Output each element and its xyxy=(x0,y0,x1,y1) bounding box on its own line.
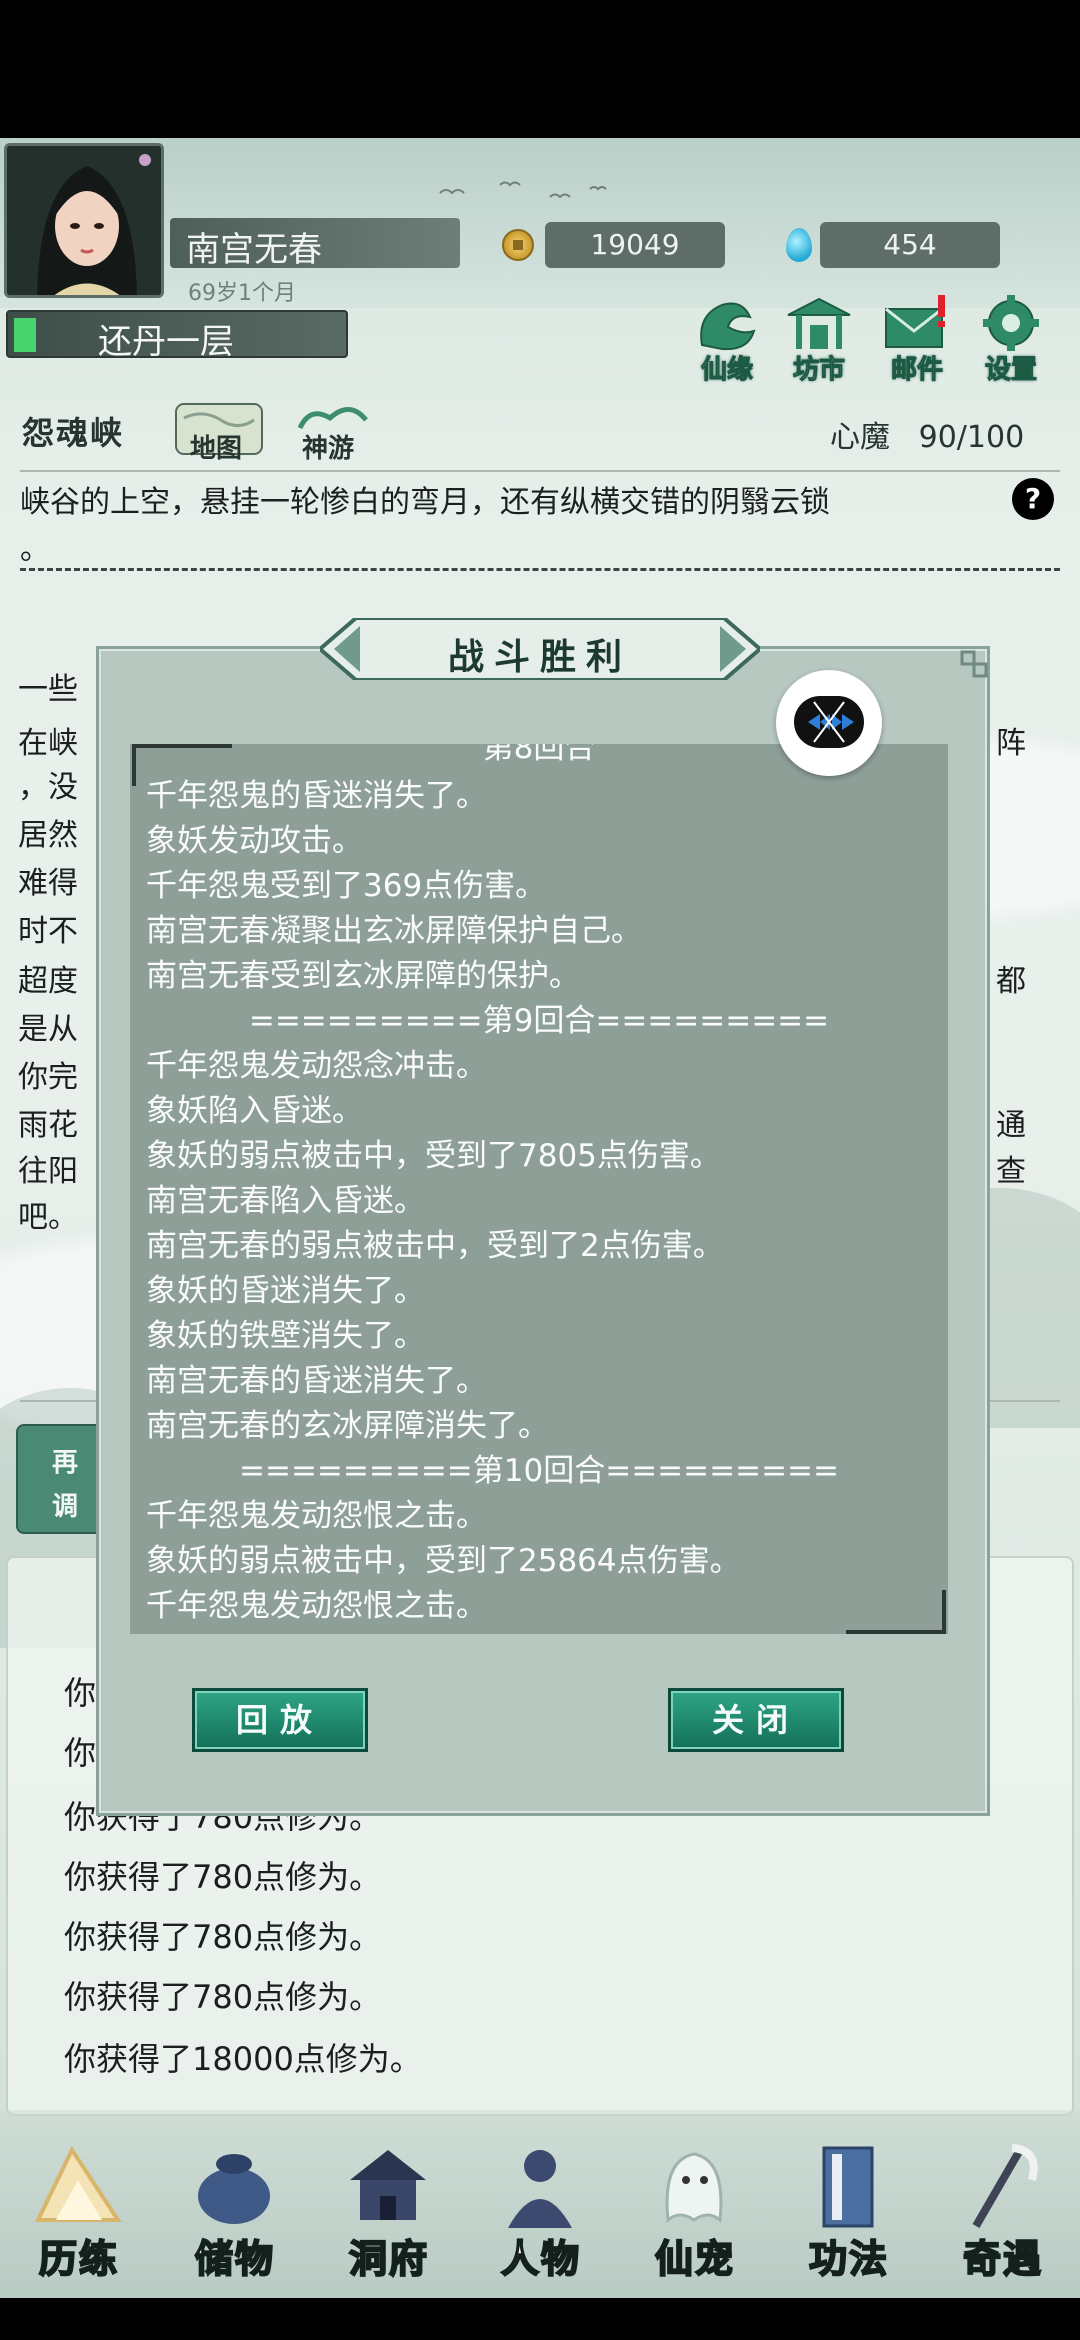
player-name: 南宫无春 xyxy=(186,230,322,270)
divider xyxy=(20,470,1060,472)
gesture-bar-area xyxy=(0,2298,1080,2340)
location-name: 怨魂峡 xyxy=(22,414,125,452)
story-fragment: 阵 xyxy=(996,726,1026,761)
dialog-title: 战斗胜利 xyxy=(447,636,632,678)
training-icon xyxy=(34,2145,122,2222)
story-fragment: 雨花 xyxy=(18,1108,78,1143)
round-separator: =========第9回合========= xyxy=(248,1003,830,1039)
player-avatar[interactable] xyxy=(4,143,164,298)
realm-progress-bar xyxy=(14,318,36,352)
story-text-line: 。 xyxy=(20,532,50,567)
log-line: 你获得了780点修为。 xyxy=(64,1858,382,1896)
nav-character[interactable]: 人物 xyxy=(464,2140,614,2290)
story-fragment: 是从 xyxy=(18,1012,78,1047)
battle-log-line: 象妖的弱点被击中，受到了25864点伤害。 xyxy=(146,1543,741,1579)
character-icon xyxy=(508,2150,572,2228)
log-line: 你获得了780点修为。 xyxy=(64,1918,382,1956)
spirit-stone-icon xyxy=(786,228,812,262)
battle-log[interactable]: 第8回合 千年怨鬼的昏迷消失了。 象妖发动攻击。 千年怨鬼受到了369点伤害。 … xyxy=(130,744,948,1634)
battle-log-line: 象妖的铁壁消失了。 xyxy=(146,1318,425,1354)
fast-forward-icon xyxy=(808,701,854,743)
nav-adventure[interactable]: 奇遇 xyxy=(926,2140,1076,2290)
market-button[interactable]: 坊市 xyxy=(774,295,864,386)
story-fragment: 超度 xyxy=(18,964,78,999)
story-fragment: 难得 xyxy=(18,866,78,901)
log-line: 你获得了18000点修为。 xyxy=(64,2040,422,2078)
story-fragment: 一些 xyxy=(18,672,78,707)
battle-log-line: 千年怨鬼发动怨恨之击。 xyxy=(146,1588,487,1624)
coin-count: 19049 xyxy=(545,222,725,268)
nav-pet[interactable]: 仙宠 xyxy=(618,2140,768,2290)
retry-button[interactable]: 再 调 xyxy=(16,1424,106,1534)
pet-icon xyxy=(665,2152,723,2223)
close-button[interactable]: 关闭 xyxy=(668,1688,844,1752)
settings-icon xyxy=(983,295,1039,351)
story-fragment: 查 xyxy=(996,1154,1026,1189)
realm-label: 还丹一层 xyxy=(98,322,234,362)
settings-button[interactable]: 设置 xyxy=(966,295,1056,386)
story-fragment: 在峡 xyxy=(18,726,78,761)
battle-log-line: 象妖的弱点被击中，受到了7805点伤害。 xyxy=(146,1138,721,1174)
travel-label: 神游 xyxy=(302,434,355,464)
battle-log-line: 南宫无春的玄冰屏障消失了。 xyxy=(146,1408,549,1444)
battle-log-line: 象妖发动攻击。 xyxy=(146,823,363,859)
market-icon xyxy=(787,297,851,349)
battle-log-line: 千年怨鬼受到了369点伤害。 xyxy=(146,868,547,904)
log-frame-corner xyxy=(846,1590,946,1634)
nav-technique[interactable]: 功法 xyxy=(772,2140,922,2290)
battle-log-line: 千年怨鬼发动怨恨之击。 xyxy=(146,1498,487,1534)
battle-log-line: 象妖的昏迷消失了。 xyxy=(146,1273,425,1309)
story-fragment: 吧。 xyxy=(18,1200,78,1235)
player-age: 69岁1个月 xyxy=(188,281,296,306)
nav-storage[interactable]: 储物 xyxy=(158,2140,308,2290)
story-fragment: 通 xyxy=(996,1108,1026,1143)
adventure-icon xyxy=(972,2144,1038,2229)
battle-log-line: 象妖陷入昏迷。 xyxy=(146,1093,363,1129)
storage-icon xyxy=(198,2154,270,2224)
map-button[interactable]: 地图 xyxy=(170,398,270,464)
mail-icon xyxy=(885,295,945,348)
battle-log-line: 南宫无春的弱点被击中，受到了2点伤害。 xyxy=(146,1228,724,1264)
heart-demon-status: 心魔 90/100 xyxy=(830,420,1025,455)
help-icon[interactable]: ? xyxy=(1012,478,1054,520)
log-line: 你 xyxy=(64,1674,97,1712)
story-fragment: 你完 xyxy=(18,1060,78,1095)
heart-demon-value: 90/100 xyxy=(918,420,1025,455)
battle-log-line: 千年怨鬼的昏迷消失了。 xyxy=(146,778,487,814)
map-label: 地图 xyxy=(190,434,243,464)
nav-cave-house[interactable]: 洞府 xyxy=(312,2140,462,2290)
birds-decoration xyxy=(439,181,607,199)
dashed-divider xyxy=(20,568,1060,571)
battle-log-line: 南宫无春的昏迷消失了。 xyxy=(146,1363,487,1399)
battle-log-line: 千年怨鬼发动怨念冲击。 xyxy=(146,1048,487,1084)
immortal-fate-icon xyxy=(700,302,756,351)
cave-house-icon xyxy=(350,2150,426,2220)
portrait-icon xyxy=(7,146,161,295)
story-fragment: ，没 xyxy=(18,770,78,805)
nav-training[interactable]: 历练 xyxy=(2,2140,152,2290)
mail-button[interactable]: 邮件 xyxy=(872,295,962,386)
log-line: 你获得了780点修为。 xyxy=(64,1978,382,2016)
log-frame-corner xyxy=(132,744,232,786)
story-text-line: 峡谷的上空，悬挂一轮惨白的弯月，还有纵横交错的阴翳云锁 xyxy=(20,485,830,520)
coin-icon xyxy=(502,229,534,261)
story-fragment: 时不 xyxy=(18,914,78,949)
story-fragment: 居然 xyxy=(18,818,78,853)
battle-log-line: 南宫无春受到玄冰屏障的保护。 xyxy=(146,958,580,994)
technique-icon xyxy=(822,2146,874,2228)
battle-log-line: 南宫无春凝聚出玄冰屏障保护自己。 xyxy=(146,913,642,949)
log-line: 你 xyxy=(64,1734,97,1772)
corner-ornament-icon xyxy=(960,650,988,678)
story-fragment: 都 xyxy=(996,964,1026,999)
immortal-fate-button[interactable]: 仙缘 xyxy=(682,295,772,386)
battle-log-line: 南宫无春陷入昏迷。 xyxy=(146,1183,425,1219)
story-fragment: 往阳 xyxy=(18,1154,78,1189)
spirit-stone-count: 454 xyxy=(820,222,1000,268)
travel-button[interactable]: 神游 xyxy=(286,398,386,464)
status-bar-area xyxy=(0,0,1080,138)
round-separator: =========第10回合========= xyxy=(239,1453,839,1489)
speed-toggle-button[interactable] xyxy=(776,670,882,776)
replay-button[interactable]: 回放 xyxy=(192,1688,368,1752)
